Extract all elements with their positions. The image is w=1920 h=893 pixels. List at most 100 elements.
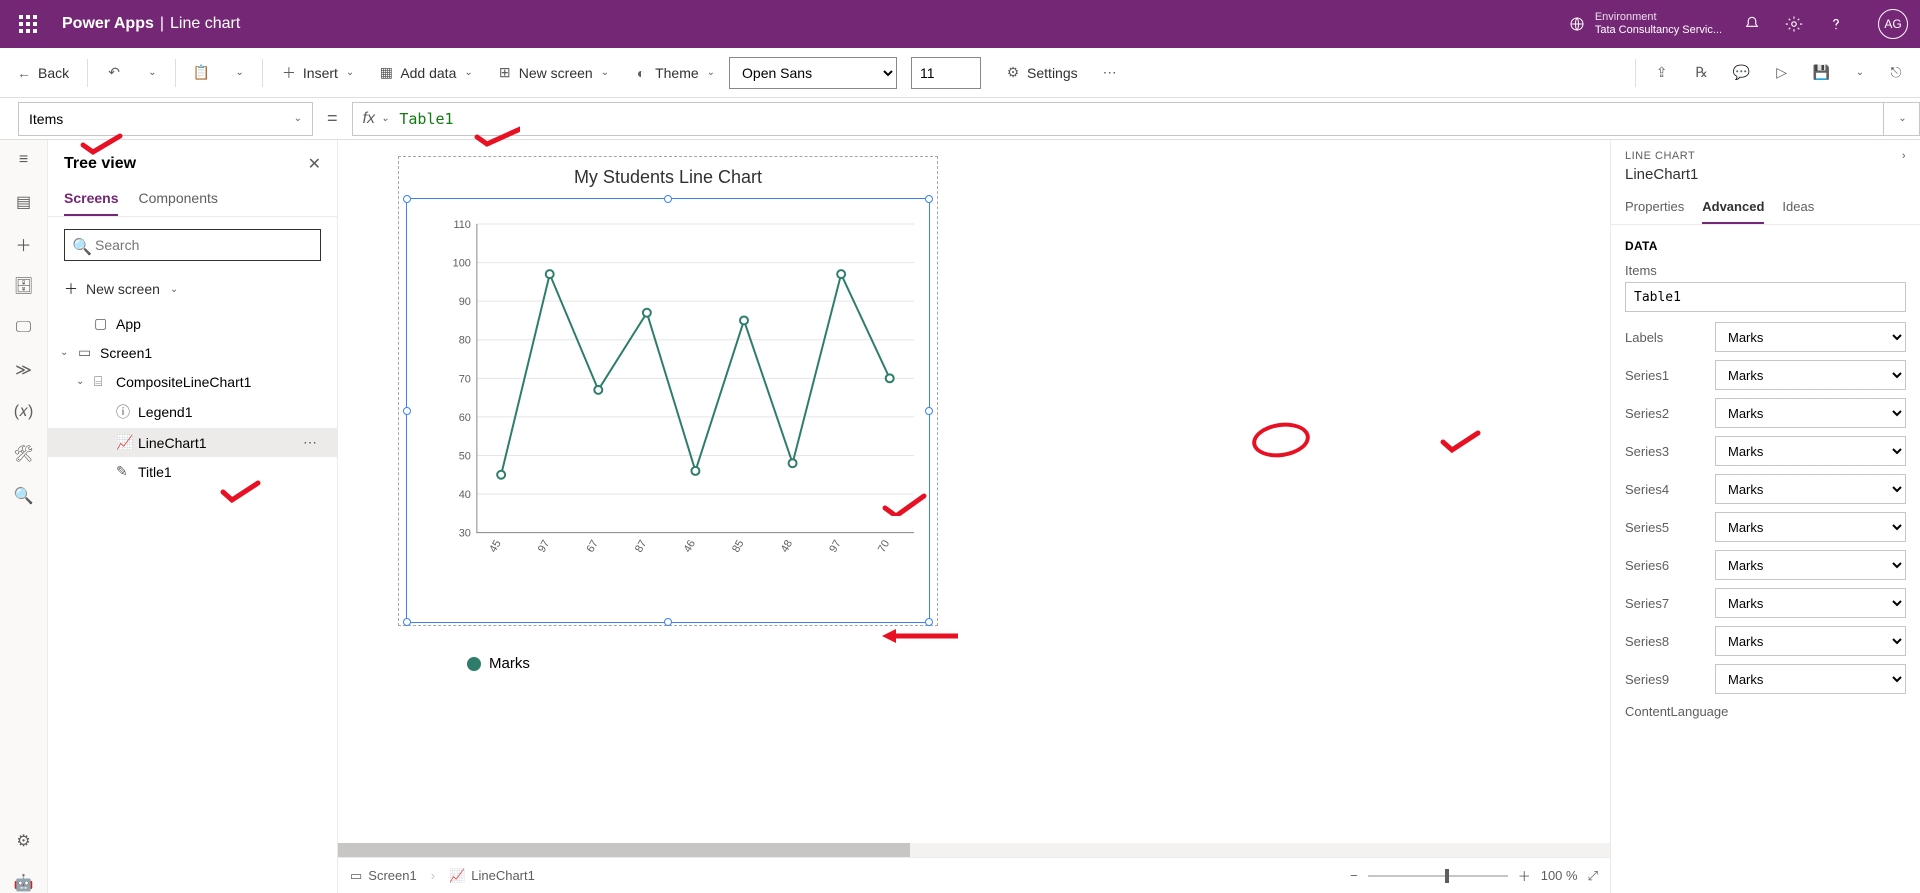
series-select[interactable]: Marks [1715,588,1906,618]
theme-button[interactable]: ◐Theme⌄ [623,59,725,87]
app-checker-button[interactable]: ℞ [1684,59,1720,87]
virtual-agent-icon[interactable]: 🤖 [14,873,34,893]
tree-view-icon[interactable]: ▤ [14,192,34,212]
save-button[interactable]: 💾 [1804,59,1840,87]
tab-screens[interactable]: Screens [64,182,118,216]
advanced-tools-icon[interactable]: 🛠 [14,444,34,464]
settings-gear-icon[interactable] [1784,14,1804,34]
back-button[interactable]: ←Back [6,59,79,87]
save-split-button[interactable]: ⌄ [1844,61,1874,84]
search-icon: 🔍 [72,237,92,257]
tree-node-linechart[interactable]: 📈LineChart1⋯ [48,428,337,457]
series-row: Series6 Marks [1611,546,1920,584]
series-select[interactable]: Marks [1715,626,1906,656]
media-icon[interactable]: 🖵 [14,318,34,338]
font-select[interactable]: Open Sans [729,57,897,89]
panel-type-label: LINE CHART [1625,150,1695,162]
tree-node-app[interactable]: ▢App [48,309,337,338]
tree-panel: Tree view ✕ Screens Components 🔍 ＋New sc… [48,140,338,893]
add-data-button[interactable]: ▦Add data⌄ [368,59,482,87]
tab-advanced[interactable]: Advanced [1702,191,1764,224]
tree-node-legend[interactable]: ⓘLegend1 [48,396,337,428]
legend-marker-icon [467,657,481,671]
series-select[interactable]: Marks [1715,474,1906,504]
series-select[interactable]: Marks [1715,398,1906,428]
paste-button[interactable]: 📋 [184,59,220,87]
series-select[interactable]: Marks [1715,550,1906,580]
notifications-icon[interactable] [1742,14,1762,34]
screen-plus-icon: ⊞ [497,65,513,81]
series-select[interactable]: Marks [1715,360,1906,390]
tab-ideas[interactable]: Ideas [1782,191,1814,224]
preview-button[interactable]: ▷ [1764,59,1800,87]
tree-node-screen1[interactable]: ⌄▭Screen1 [48,338,337,367]
left-rail: ≡ ▤ ＋ 🗄 🖵 ≫ (𝑥) 🛠 🔍 ⚙ 🤖 [0,140,48,893]
tree-search-input[interactable] [64,229,321,261]
series-row: Series9Marks [1611,660,1920,698]
new-screen-button[interactable]: ⊞New screen⌄ [487,59,619,87]
zoom-in-button[interactable]: ＋ [1518,866,1531,885]
svg-text:67: 67 [584,538,600,555]
insert-button[interactable]: ＋Insert⌄ [271,59,364,87]
undo-split-button[interactable]: ⌄ [136,61,166,84]
gear-icon: ⚙ [1005,65,1021,81]
close-tree-button[interactable]: ✕ [308,154,321,174]
line-chart-plot: 30405060708090100110459767874685489770 [447,219,919,563]
power-automate-icon[interactable]: ≫ [14,360,34,380]
user-avatar[interactable]: AG [1878,9,1908,39]
breadcrumb-screen[interactable]: ▭Screen1 [350,868,417,884]
data-rail-icon[interactable]: 🗄 [14,276,34,296]
publish-button[interactable]: ⎋ [1878,59,1914,87]
breadcrumb-chart[interactable]: 📈LineChart1 [449,868,535,884]
tree-node-composite[interactable]: ⌄⌸CompositeLineChart1 [48,367,337,396]
app-launcher-icon[interactable] [12,8,44,40]
tree-title: Tree view [64,155,136,173]
zoom-out-button[interactable]: − [1350,868,1358,883]
zoom-slider[interactable] [1368,875,1508,877]
insert-icon[interactable]: ＋ [14,234,34,254]
series-select[interactable]: Marks [1715,322,1906,352]
data-icon: ▦ [378,65,394,81]
items-label: Items [1625,263,1906,278]
node-more-button[interactable]: ⋯ [303,434,325,451]
paste-split-button[interactable]: ⌄ [224,61,254,84]
series-label: Series6 [1625,558,1705,573]
share-icon: ⇪ [1654,65,1670,81]
series-select[interactable]: Marks [1715,512,1906,542]
tab-properties[interactable]: Properties [1625,191,1684,224]
font-size-input[interactable] [911,57,981,89]
share-button[interactable]: ⇪ [1644,59,1680,87]
formula-input[interactable]: fx⌄ Table1 [352,102,1884,136]
hamburger-icon[interactable]: ≡ [14,150,34,170]
horizontal-scrollbar[interactable] [338,843,1610,857]
search-rail-icon[interactable]: 🔍 [14,486,34,506]
series-row: Series3Marks [1611,432,1920,470]
series-select[interactable]: Marks [1715,664,1906,694]
play-icon: ▷ [1774,65,1790,81]
items-input[interactable] [1625,282,1906,312]
settings-button[interactable]: ⚙Settings [995,59,1088,87]
series-label: Labels [1625,330,1705,345]
series-label: Series5 [1625,520,1705,535]
series-row: Series1Marks [1611,356,1920,394]
svg-text:46: 46 [682,538,698,555]
environment-picker[interactable]: Environment Tata Consultancy Servic... [1569,11,1722,37]
help-icon[interactable] [1826,14,1846,34]
undo-button[interactable]: ↶ [96,59,132,87]
settings-rail-icon[interactable]: ⚙ [14,831,34,851]
more-button[interactable]: ⋯ [1092,59,1128,87]
comments-button[interactable]: 💬 [1724,59,1760,87]
series-select[interactable]: Marks [1715,436,1906,466]
canvas[interactable]: My Students Line Chart 30405060708090100… [338,140,1610,893]
tree-new-screen-button[interactable]: ＋New screen⌄ [48,273,337,305]
expand-formula-button[interactable]: ⌄ [1884,102,1920,136]
panel-expand-button[interactable]: › [1902,150,1906,162]
tree-node-title[interactable]: ✎Title1 [48,457,337,486]
linechart-selection[interactable]: 30405060708090100110459767874685489770 M… [406,198,930,623]
fit-screen-button[interactable]: ⤢ [1588,868,1598,884]
svg-text:70: 70 [876,538,892,555]
property-select[interactable]: Items⌄ [18,102,313,136]
series-row: Series5 Marks [1611,508,1920,546]
tab-components[interactable]: Components [138,182,217,216]
variables-icon[interactable]: (𝑥) [14,402,34,422]
